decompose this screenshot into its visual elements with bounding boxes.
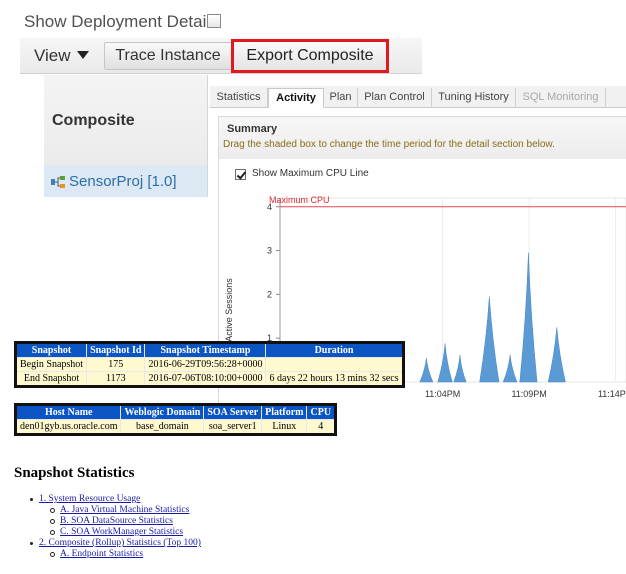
table-cell: Begin Snapshot [14, 357, 88, 372]
soa-server-col-header: SOA Server [203, 404, 263, 420]
snapshot-table-header-row: Snapshot Snapshot Id Snapshot Timestamp … [14, 342, 404, 358]
duration-col-header: Duration [265, 342, 404, 358]
table-cell: 6 days 22 hours 13 mins 32 secs [265, 371, 404, 387]
table-cell: base_domain [120, 419, 205, 435]
table-cell: den01gyb.us.oracle.com [14, 419, 122, 435]
tab-plan[interactable]: Plan [324, 88, 358, 108]
toc-link[interactable]: 1. System Resource Usage [39, 494, 140, 504]
show-deployment-details-label: Show Deployment Details [24, 12, 219, 31]
bullet-icon [30, 498, 33, 501]
show-max-cpu-label: Show Maximum CPU Line [252, 168, 369, 179]
host-name-col-header: Host Name [14, 404, 122, 420]
circle-bullet-icon [50, 519, 55, 524]
snapshot-table: Snapshot Snapshot Id Snapshot Timestamp … [14, 341, 405, 388]
snapshot-col-header: Snapshot [14, 342, 88, 358]
trace-instance-button[interactable]: Trace Instance [104, 42, 232, 70]
export-composite-button[interactable]: Export Composite [231, 39, 389, 73]
host-table: Host Name Weblogic Domain SOA Server Pla… [14, 403, 338, 436]
y-tick-label: 3 [267, 246, 272, 256]
table-cell: soa_server1 [203, 419, 263, 435]
table-row: den01gyb.us.oracle.com base_domain soa_s… [14, 419, 337, 435]
tab-plan-control[interactable]: Plan Control [358, 88, 432, 108]
list-item: C. SOA WorkManager Statistics [30, 527, 201, 538]
summary-instructions: Drag the shaded box to change the time p… [223, 139, 555, 150]
toc-link[interactable]: A. Java Virtual Machine Statistics [60, 505, 189, 515]
table-cell [265, 357, 404, 372]
show-deployment-details-checkbox[interactable] [207, 14, 221, 28]
show-max-cpu-checkbox[interactable] [235, 169, 246, 180]
table-cell: End Snapshot [14, 371, 88, 387]
table-cell: 2016-07-06T08:10:00+0000 [144, 371, 267, 387]
x-tick-label: 11:09PM [511, 389, 546, 399]
tab-statistics[interactable]: Statistics [210, 88, 268, 108]
view-menu[interactable]: View [34, 46, 89, 66]
platform-col-header: Platform [261, 404, 308, 420]
composite-column-header: Composite [44, 75, 208, 165]
caret-down-icon [76, 51, 89, 59]
host-table-header-row: Host Name Weblogic Domain SOA Server Pla… [14, 404, 337, 420]
table-row: Begin Snapshot 175 2016-06-29T09:56:28+0… [14, 357, 404, 372]
y-tick-label: 2 [267, 289, 272, 299]
list-item: B. SOA DataSource Statistics [30, 516, 201, 527]
composite-link-sensorproj[interactable]: SensorProj [1.0] [69, 173, 177, 190]
list-item: A. Java Virtual Machine Statistics [30, 505, 201, 516]
bullet-icon [30, 542, 33, 545]
tab-activity[interactable]: Activity [268, 88, 324, 108]
list-item: A. Endpoint Statistics [30, 549, 201, 560]
list-item: 2. Composite (Rollup) Statistics (Top 10… [30, 538, 201, 549]
toc-link[interactable]: A. Endpoint Statistics [60, 549, 143, 559]
table-cell: 175 [86, 357, 146, 372]
summary-title: Summary [227, 123, 278, 135]
toc-link[interactable]: B. SOA DataSource Statistics [60, 516, 173, 526]
table-cell: 2016-06-29T09:56:28+0000 [144, 357, 267, 372]
snapshot-id-col-header: Snapshot Id [86, 342, 146, 358]
circle-bullet-icon [50, 508, 55, 513]
composite-row[interactable]: SensorProj [1.0] [44, 165, 208, 197]
y-axis-label: Active Sessions [224, 278, 234, 342]
table-cell: Linux [261, 419, 308, 435]
weblogic-domain-col-header: Weblogic Domain [120, 404, 205, 420]
max-cpu-label: Maximum CPU [269, 195, 330, 205]
toc-link[interactable]: C. SOA WorkManager Statistics [60, 527, 183, 537]
table-cell: 4 [306, 419, 337, 435]
view-menu-label: View [34, 46, 71, 65]
composite-column-label: Composite [52, 112, 135, 129]
activity-tabs: Statistics Activity Plan Plan Control Tu… [210, 86, 626, 108]
snapshot-statistics-title: Snapshot Statistics [14, 465, 135, 481]
composite-icon [51, 176, 65, 188]
composite-toolbar: View Trace Instance Export Composite [20, 38, 422, 74]
snapshot-timestamp-col-header: Snapshot Timestamp [144, 342, 267, 358]
circle-bullet-icon [50, 530, 55, 535]
circle-bullet-icon [50, 552, 55, 557]
x-tick-label: 11:14PM [598, 389, 626, 399]
list-item: 1. System Resource Usage [30, 494, 201, 505]
snapshot-statistics-toc: 1. System Resource Usage A. Java Virtual… [30, 494, 201, 560]
cpu-col-header: CPU [306, 404, 337, 420]
table-row: End Snapshot 1173 2016-07-06T08:10:00+00… [14, 371, 404, 387]
x-tick-label: 11:04PM [425, 389, 460, 399]
tab-sql-monitoring: SQL Monitoring [516, 88, 606, 108]
table-cell: 1173 [86, 371, 146, 387]
summary-header: Summary Drag the shaded box to change th… [219, 117, 626, 159]
tab-tuning-history[interactable]: Tuning History [432, 88, 516, 108]
toc-link[interactable]: 2. Composite (Rollup) Statistics (Top 10… [39, 538, 201, 548]
